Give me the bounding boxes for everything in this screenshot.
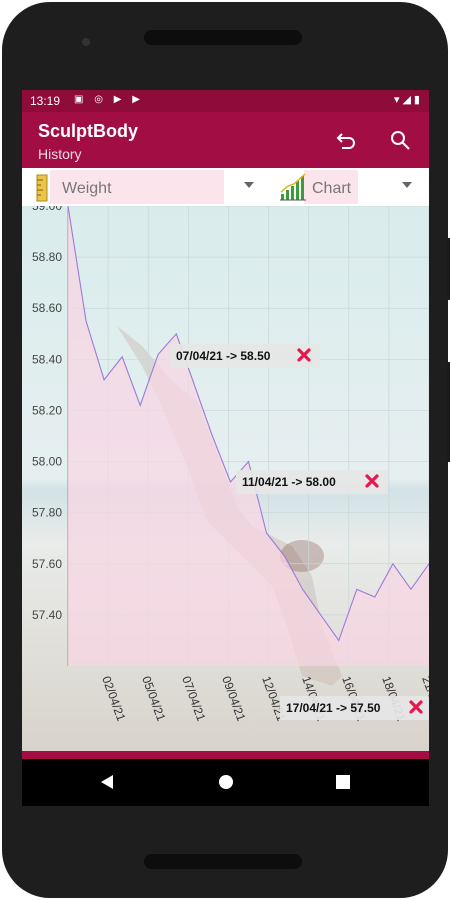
measure-selector-label: Weight xyxy=(62,180,112,197)
front-camera xyxy=(82,38,90,46)
recents-square-icon[interactable] xyxy=(335,774,351,790)
screen: 13:19 ▣ ◎ ▶ ▶ ▾◢▮ SculptBody History Wei… xyxy=(22,90,429,806)
filter-toolbar: Weight Chart xyxy=(22,168,429,206)
annotation-label: 17/04/21 -> 57.50 xyxy=(286,701,381,715)
chart-annotation: 17/04/21 -> 57.50 xyxy=(280,696,429,720)
search-icon[interactable] xyxy=(388,128,412,152)
measure-dropdown-icon xyxy=(244,182,254,188)
annotation-label: 07/04/21 -> 58.50 xyxy=(176,349,271,363)
y-tick-label: 58.20 xyxy=(32,403,62,417)
y-tick-label: 57.80 xyxy=(32,506,62,520)
y-tick-label: 58.40 xyxy=(32,352,62,366)
x-tick-label: 07/04/21 xyxy=(179,674,208,723)
app-bar: SculptBody History xyxy=(22,112,429,168)
y-tick-label: 58.60 xyxy=(32,301,62,315)
x-tick-label: 05/04/21 xyxy=(139,674,168,723)
chart-annotation: 11/04/21 -> 58.00 xyxy=(236,470,388,494)
phone-frame: 13:19 ▣ ◎ ▶ ▶ ▾◢▮ SculptBody History Wei… xyxy=(2,2,450,898)
app-title: SculptBody xyxy=(38,121,139,141)
undo-icon[interactable] xyxy=(334,128,358,152)
x-tick-label: 02/04/21 xyxy=(99,674,128,723)
annotation-label: 11/04/21 -> 58.00 xyxy=(242,475,336,489)
delete-icon[interactable] xyxy=(364,473,380,489)
navigation-bar xyxy=(22,759,429,806)
bar-chart-icon xyxy=(280,173,306,201)
system-status-icons: ▾◢▮ xyxy=(393,94,423,106)
delete-icon[interactable] xyxy=(408,699,424,715)
chart-annotation: 07/04/21 -> 58.50 xyxy=(170,344,320,368)
app-subtitle: History xyxy=(38,146,82,162)
view-selector[interactable]: Chart xyxy=(276,170,426,204)
ruler-icon xyxy=(36,174,48,202)
y-tick-label: 57.60 xyxy=(32,557,62,571)
y-tick-label: 57.40 xyxy=(32,608,62,622)
top-speaker xyxy=(144,30,302,45)
home-circle-icon[interactable] xyxy=(217,773,235,791)
delete-icon[interactable] xyxy=(296,347,312,363)
y-tick-label: 58.00 xyxy=(32,455,62,469)
bottom-speaker xyxy=(144,854,302,869)
bottom-accent-bar xyxy=(22,751,429,759)
weight-chart[interactable]: 59.00 58.80 58.60 58.40 58.20 58.00 57.80 57.60… xyxy=(22,206,429,751)
y-tick-label: 58.80 xyxy=(32,250,62,264)
notification-icons: ▣ ◎ ▶ ▶ xyxy=(74,94,144,105)
status-time: 13:19 xyxy=(30,94,61,108)
view-selector-label: Chart xyxy=(312,180,352,197)
x-tick-label: 09/04/21 xyxy=(219,674,248,723)
status-bar: 13:19 ▣ ◎ ▶ ▶ ▾◢▮ xyxy=(22,90,429,112)
y-tick-label: 59.00 xyxy=(32,206,62,213)
back-triangle-icon[interactable] xyxy=(98,773,116,791)
view-dropdown-icon xyxy=(402,182,412,188)
measure-selector[interactable]: Weight xyxy=(22,170,262,204)
